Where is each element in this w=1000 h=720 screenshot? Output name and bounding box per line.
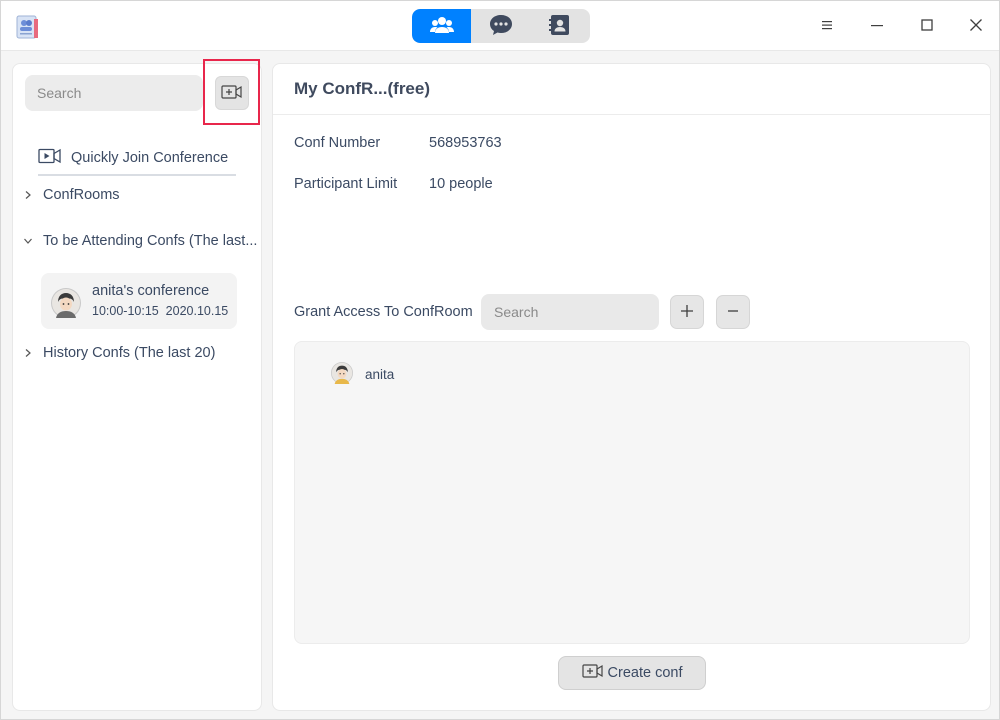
conference-name: anita's conference bbox=[92, 283, 210, 299]
maximize-button[interactable] bbox=[912, 11, 942, 41]
avatar bbox=[51, 288, 81, 321]
menu-button[interactable] bbox=[812, 11, 842, 41]
participant-limit-label: Participant Limit bbox=[294, 176, 398, 192]
add-video-icon bbox=[581, 663, 604, 683]
quick-join-label: Quickly Join Conference bbox=[71, 150, 229, 166]
attending-conference-card[interactable]: anita's conference 10:00-10:15 2020.10.1… bbox=[41, 273, 237, 329]
member-name: anita bbox=[365, 367, 395, 382]
chevron-right-icon bbox=[23, 190, 33, 200]
close-icon bbox=[969, 18, 983, 35]
tree-item-history-confs[interactable]: History Confs (The last 20) bbox=[23, 342, 215, 364]
app-logo-icon bbox=[14, 13, 42, 41]
tree-item-label: To be Attending Confs (The last... bbox=[43, 233, 258, 249]
plus-icon bbox=[680, 304, 694, 321]
chat-icon bbox=[488, 13, 514, 40]
grant-access-label: Grant Access To ConfRoom bbox=[294, 304, 473, 320]
main-view-switcher bbox=[412, 9, 590, 43]
conf-number-label: Conf Number bbox=[294, 135, 381, 151]
new-conference-button[interactable] bbox=[215, 76, 249, 110]
tab-contacts[interactable] bbox=[531, 9, 590, 43]
video-play-icon bbox=[38, 148, 62, 168]
grant-access-search-input[interactable] bbox=[481, 294, 659, 330]
minimize-icon bbox=[870, 18, 884, 35]
app-window: Quickly Join Conference ConfRooms To be … bbox=[0, 0, 1000, 720]
hamburger-menu-icon bbox=[820, 18, 834, 35]
list-item[interactable]: anita bbox=[331, 362, 394, 387]
create-conf-label: Create conf bbox=[607, 665, 683, 681]
minimize-button[interactable] bbox=[862, 11, 892, 41]
sidebar-search-input[interactable] bbox=[25, 75, 203, 111]
conference-sidebar: Quickly Join Conference ConfRooms To be … bbox=[12, 59, 262, 711]
conference-time: 10:00-10:15 2020.10.15 bbox=[92, 304, 229, 318]
titlebar bbox=[1, 1, 999, 51]
confroom-detail-panel: My ConfR...(free) Conf Number 568953763 … bbox=[272, 63, 991, 711]
tab-conferences[interactable] bbox=[412, 9, 472, 43]
chevron-down-icon bbox=[23, 237, 33, 245]
contacts-icon bbox=[549, 13, 571, 40]
remove-member-button[interactable] bbox=[716, 295, 750, 329]
tree-item-label: ConfRooms bbox=[43, 187, 120, 203]
conference-icon bbox=[429, 14, 455, 39]
participant-limit-value: 10 people bbox=[429, 176, 493, 192]
minus-icon bbox=[726, 304, 740, 321]
avatar bbox=[331, 362, 353, 387]
divider bbox=[273, 114, 990, 115]
tab-chat[interactable] bbox=[471, 9, 530, 43]
add-member-button[interactable] bbox=[670, 295, 704, 329]
tree-item-attending-confs[interactable]: To be Attending Confs (The last... bbox=[23, 230, 257, 252]
page-title: My ConfR...(free) bbox=[294, 79, 430, 98]
tree-item-label: History Confs (The last 20) bbox=[43, 345, 216, 361]
granted-members-list: anita bbox=[294, 341, 970, 644]
add-video-icon bbox=[221, 84, 243, 103]
quick-join-conference[interactable]: Quickly Join Conference bbox=[38, 142, 236, 176]
create-conf-button[interactable]: Create conf bbox=[558, 656, 706, 690]
close-button[interactable] bbox=[961, 11, 991, 41]
conf-number-value: 568953763 bbox=[429, 135, 502, 151]
chevron-right-icon bbox=[23, 348, 33, 358]
tree-item-confrooms[interactable]: ConfRooms bbox=[23, 184, 120, 206]
maximize-icon bbox=[920, 18, 934, 35]
